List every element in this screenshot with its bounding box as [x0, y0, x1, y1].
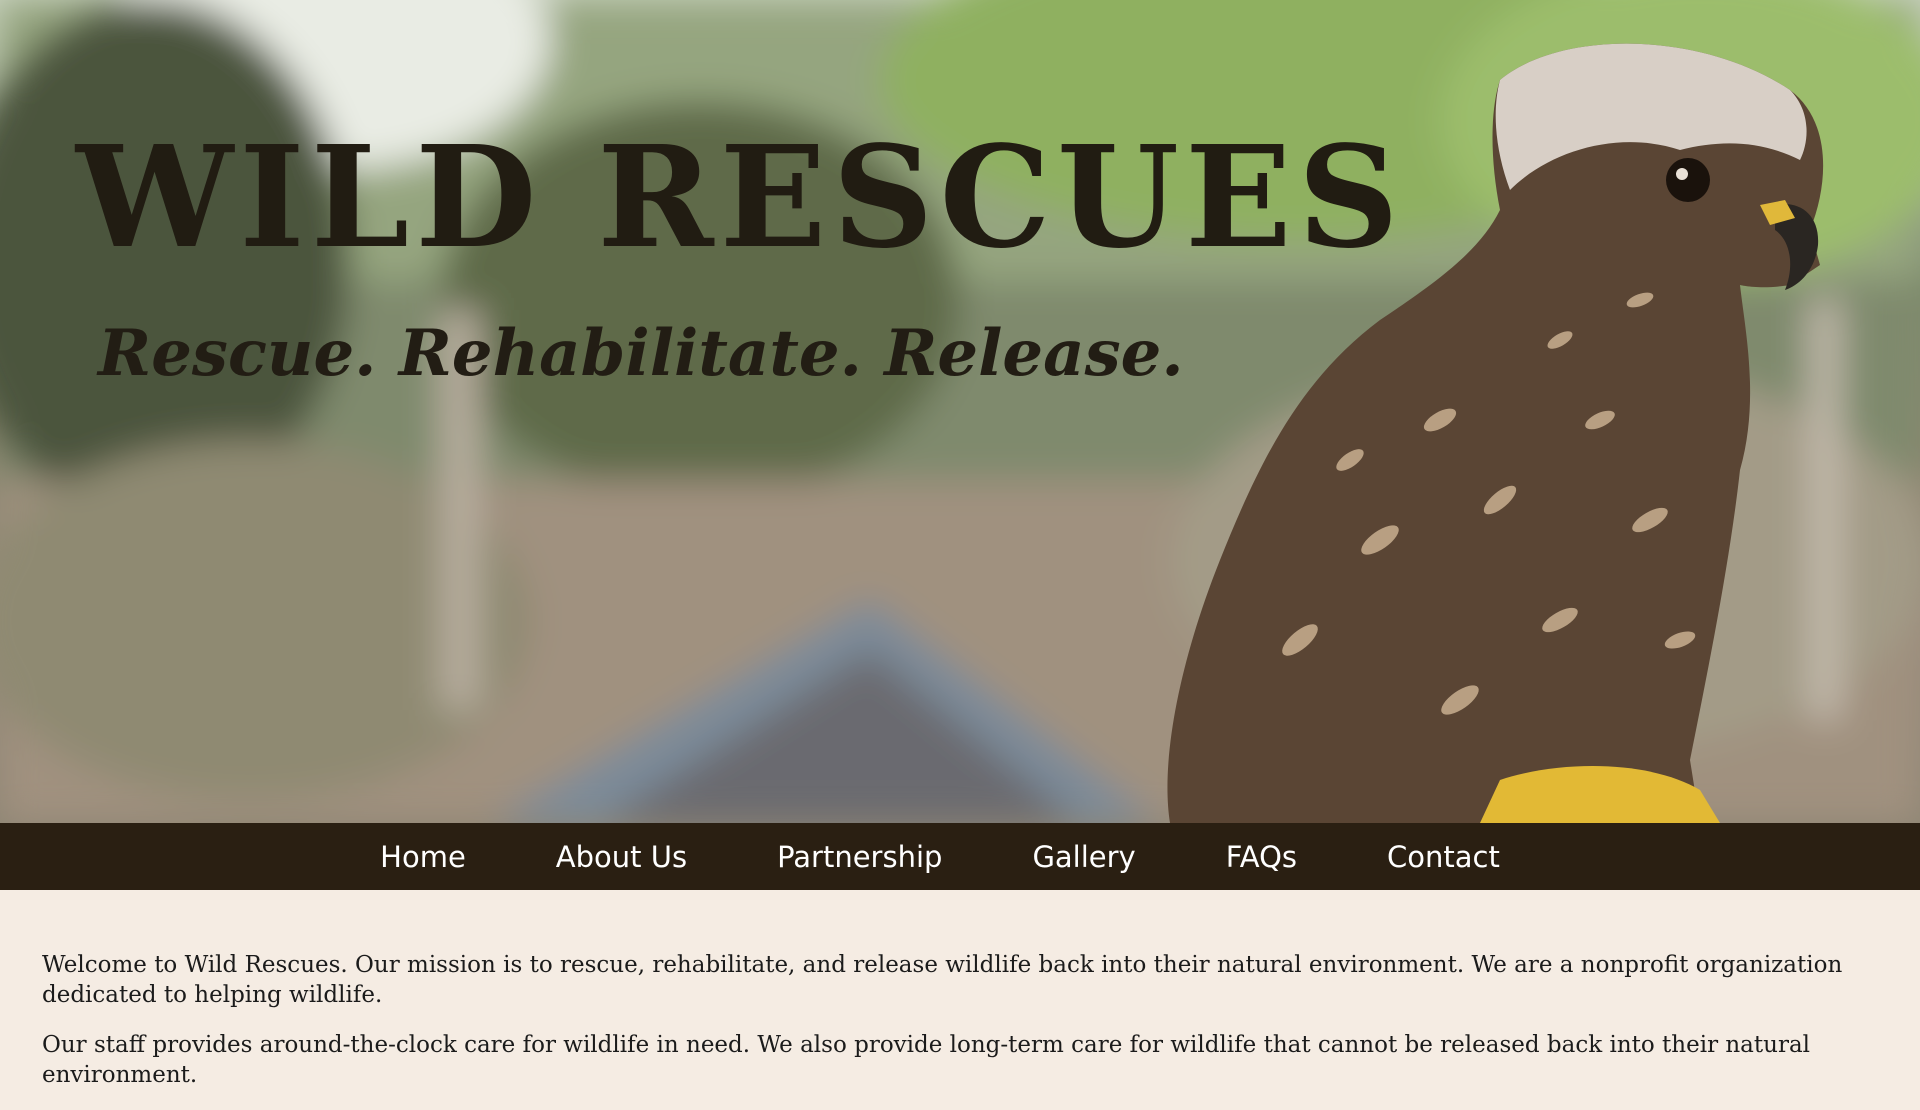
hero-banner: WILD RESCUES Rescue. Rehabilitate. Relea… — [0, 0, 1920, 823]
nav-item-faqs[interactable]: FAQs — [1181, 840, 1342, 874]
care-paragraph: Our staff provides around-the-clock care… — [42, 1032, 1811, 1088]
nav-item-home[interactable]: Home — [335, 840, 511, 874]
site-title: WILD RESCUES — [76, 116, 1405, 280]
nav-item-gallery[interactable]: Gallery — [987, 840, 1180, 874]
nav-item-partnership[interactable]: Partnership — [732, 840, 987, 874]
welcome-paragraph: Welcome to Wild Rescues. Our mission is … — [42, 952, 1843, 1008]
nav-item-about-us[interactable]: About Us — [511, 840, 732, 874]
main-content: Welcome to Wild Rescues. Our mission is … — [42, 950, 1920, 1110]
main-navigation: Home About Us Partnership Gallery FAQs C… — [0, 823, 1920, 890]
nav-item-contact[interactable]: Contact — [1342, 840, 1545, 874]
nav-list: Home About Us Partnership Gallery FAQs C… — [335, 840, 1545, 874]
site-tagline: Rescue. Rehabilitate. Release. — [98, 316, 1184, 391]
